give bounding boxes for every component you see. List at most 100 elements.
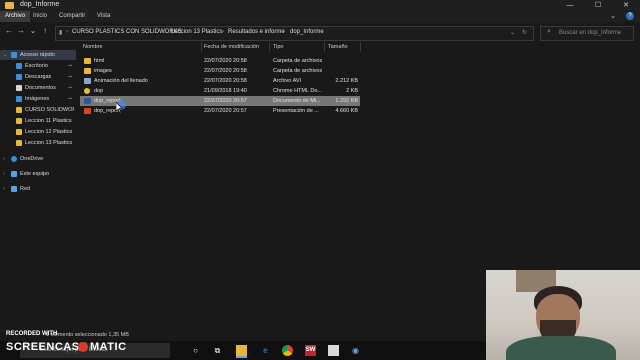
- breadcrumb-separator: ›: [283, 29, 285, 35]
- screencast-brand-right: MATIC: [90, 341, 127, 353]
- address-row: ← → ⌄ ↑ ▮ › CURSO PLASTICS CON SOLIDWORK…: [0, 22, 640, 42]
- file-row[interactable]: Animación del llenado 22/07/2020 20:58 A…: [80, 76, 360, 86]
- nav-item-label: Documentos: [25, 85, 56, 91]
- window-title: dop_Informe: [20, 1, 60, 8]
- breadcrumb-leccion13[interactable]: Leccion 13 Plastics: [171, 29, 222, 35]
- file-name: dop: [94, 88, 104, 94]
- folder-icon: ▮: [59, 30, 63, 36]
- file-row[interactable]: dop 21/09/2018 19:40 Chrome HTML Do... 2…: [80, 86, 360, 96]
- nav-item-curso-solidworks[interactable]: CURSO SOLIDWORKS: [0, 105, 76, 115]
- file-date: 22/07/2020 20:57: [204, 108, 247, 114]
- file-name: Animación del llenado: [94, 78, 148, 84]
- expand-ribbon-icon[interactable]: ⌄: [610, 11, 616, 22]
- tab-vista[interactable]: Vista: [92, 11, 115, 22]
- breadcrumb-separator: ›: [66, 29, 68, 35]
- file-name: html: [94, 58, 105, 64]
- close-button[interactable]: ✕: [612, 0, 640, 11]
- file-date: 22/07/2020 20:57: [204, 98, 247, 104]
- video-file-icon: [84, 78, 91, 84]
- app-icon[interactable]: ◉: [350, 345, 361, 356]
- computer-icon: [11, 171, 17, 177]
- nav-item-leccion-11[interactable]: Leccion 11 Plastics: [0, 116, 76, 126]
- ribbon: Archivo Inicio Compartir Vista ⌄ ?: [0, 11, 640, 22]
- nav-item-label: Acceso rápido: [20, 52, 55, 58]
- refresh-icon[interactable]: ↻: [522, 29, 527, 36]
- address-dropdown-icon[interactable]: ⌄: [510, 29, 515, 36]
- nav-item-leccion-12[interactable]: Leccion 12 Plastics: [0, 127, 76, 137]
- folder-icon: [84, 58, 91, 64]
- search-box[interactable]: ⌕ Buscar en dop_Informe: [540, 26, 634, 41]
- nav-item-label: Escritorio: [25, 63, 48, 69]
- breadcrumb-separator: ›: [164, 29, 166, 35]
- nav-item-documentos[interactable]: Documentos ⊸: [0, 83, 76, 93]
- expand-chevron-icon[interactable]: ›: [3, 169, 5, 179]
- record-dot-icon: [78, 342, 88, 352]
- nav-item-descargas[interactable]: Descargas ⊸: [0, 72, 76, 82]
- nav-item-acceso-rapido[interactable]: ⌄ Acceso rápido: [0, 50, 76, 60]
- desktop-icon: [16, 63, 22, 69]
- column-header-type[interactable]: Tipo: [273, 42, 284, 52]
- file-type: Documento de Mi...: [273, 98, 321, 104]
- recent-locations-icon[interactable]: ⌄: [28, 26, 38, 35]
- title-bar: dop_Informe — ☐ ✕: [0, 0, 640, 11]
- breadcrumb-resultados[interactable]: Resultados e informe: [228, 29, 285, 35]
- nav-item-leccion-13[interactable]: Leccion 13 Plastics: [0, 138, 76, 148]
- file-type: Archivo AVI: [273, 78, 302, 84]
- screencast-watermark: RECORDED WITH SCREENCAST MATIC: [2, 329, 172, 357]
- cortana-icon[interactable]: ○: [190, 345, 201, 356]
- tab-inicio[interactable]: Inicio: [28, 11, 52, 22]
- column-divider[interactable]: [360, 42, 361, 52]
- nav-item-red[interactable]: › Red: [0, 184, 76, 194]
- breadcrumb-dop-informe[interactable]: dop_Informe: [290, 29, 324, 35]
- maximize-button[interactable]: ☐: [584, 0, 612, 11]
- file-size: 2.212 KB: [335, 78, 358, 84]
- expand-chevron-icon[interactable]: ›: [3, 184, 5, 194]
- folder-icon: [16, 107, 22, 113]
- back-icon[interactable]: ←: [4, 26, 14, 35]
- file-type: Presentación de ...: [273, 108, 319, 114]
- search-input[interactable]: Buscar en dop_Informe: [559, 30, 621, 36]
- tab-compartir[interactable]: Compartir: [54, 11, 90, 22]
- up-icon[interactable]: ↑: [40, 26, 50, 35]
- column-header-date[interactable]: Fecha de modificación: [204, 42, 259, 52]
- cloud-icon: [11, 156, 17, 162]
- expand-chevron-icon[interactable]: ›: [3, 154, 5, 164]
- folder-icon: [16, 140, 22, 146]
- file-explorer-icon[interactable]: [236, 345, 247, 358]
- task-view-icon[interactable]: ⧉: [212, 345, 223, 356]
- nav-item-label: Este equipo: [20, 171, 50, 177]
- forward-icon[interactable]: →: [16, 26, 26, 35]
- nav-item-imagenes[interactable]: Imágenes ⊸: [0, 94, 76, 104]
- download-icon: [16, 74, 22, 80]
- edge-icon[interactable]: e: [260, 345, 271, 356]
- nav-item-escritorio[interactable]: Escritorio ⊸: [0, 61, 76, 71]
- word-doc-icon: [84, 98, 91, 104]
- file-size: 4.660 KB: [335, 108, 358, 114]
- column-divider[interactable]: [269, 42, 270, 52]
- nav-item-este-equipo[interactable]: › Este equipo: [0, 169, 76, 179]
- expand-chevron-icon[interactable]: ⌄: [3, 50, 7, 60]
- tab-archivo[interactable]: Archivo: [0, 11, 31, 22]
- documents-icon: [16, 85, 22, 91]
- file-row[interactable]: html 22/07/2020 20:58 Carpeta de archivo…: [80, 56, 360, 66]
- nav-item-label: Leccion 11 Plastics: [25, 118, 72, 124]
- file-date: 22/07/2020 20:58: [204, 58, 247, 64]
- nav-item-onedrive[interactable]: › OneDrive: [0, 154, 76, 164]
- file-type: Carpeta de archivos: [273, 68, 323, 74]
- address-bar[interactable]: ▮ › CURSO PLASTICS CON SOLIDWORKS › Lecc…: [55, 26, 534, 41]
- chrome-icon[interactable]: [282, 345, 293, 356]
- nav-item-label: Red: [20, 186, 31, 192]
- folder-icon: [16, 118, 22, 124]
- breadcrumb-separator: ›: [222, 29, 224, 35]
- file-row[interactable]: images 22/07/2020 20:58 Carpeta de archi…: [80, 66, 360, 76]
- powerpoint-icon: [84, 108, 91, 114]
- column-divider[interactable]: [324, 42, 325, 52]
- column-header-name[interactable]: Nombre: [83, 42, 103, 52]
- column-divider[interactable]: [201, 42, 202, 52]
- solidworks-icon[interactable]: SW: [305, 345, 316, 356]
- help-icon[interactable]: ?: [626, 12, 634, 20]
- store-icon[interactable]: [328, 345, 339, 356]
- chrome-icon: [84, 88, 90, 94]
- column-header-size[interactable]: Tamaño: [328, 42, 348, 52]
- minimize-button[interactable]: —: [556, 0, 584, 11]
